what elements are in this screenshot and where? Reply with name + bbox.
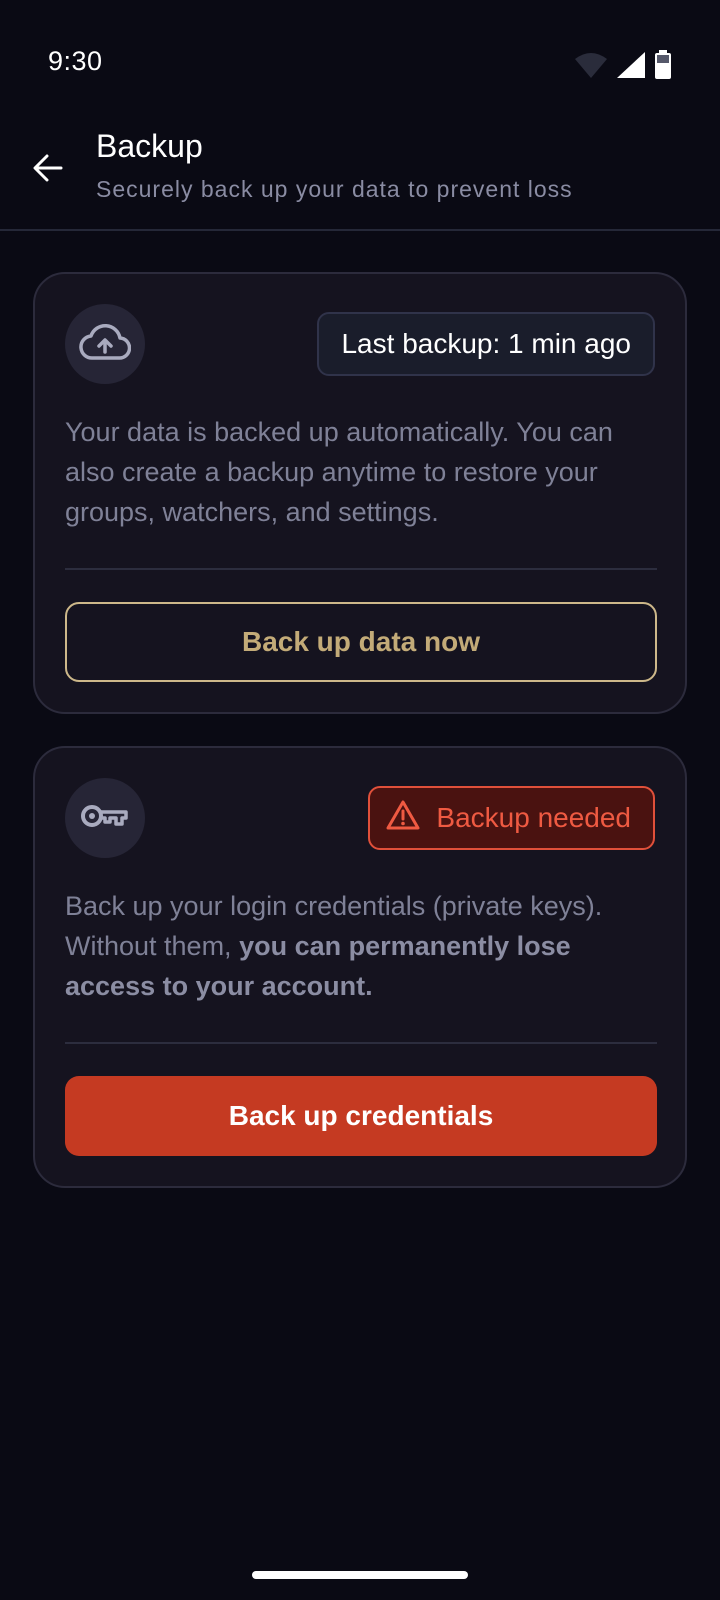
battery-icon	[654, 50, 672, 85]
backup-needed-badge: Backup needed	[368, 786, 655, 850]
cloud-upload-icon	[79, 322, 132, 367]
wifi-icon	[574, 51, 608, 84]
credentials-icon-circle	[65, 778, 145, 858]
warning-icon	[386, 800, 420, 837]
data-backup-card: Last backup: 1 min ago Your data is back…	[33, 272, 687, 714]
key-icon	[80, 801, 130, 836]
data-backup-icon-circle	[65, 304, 145, 384]
home-indicator[interactable]	[252, 1571, 468, 1579]
backup-needed-label: Backup needed	[436, 802, 631, 833]
status-time: 9:30	[48, 46, 103, 76]
data-backup-description: Your data is backed up automatically. Yo…	[65, 417, 613, 527]
divider	[65, 1042, 657, 1044]
arrow-back-icon	[33, 154, 63, 187]
divider	[65, 568, 657, 570]
back-up-data-now-button[interactable]: Back up data now	[65, 602, 657, 682]
back-button[interactable]	[22, 144, 74, 196]
cellular-signal-icon	[616, 51, 646, 84]
back-up-credentials-button[interactable]: Back up credentials	[65, 1076, 657, 1156]
app-header: Backup Securely back up your data to pre…	[0, 120, 720, 231]
credentials-backup-card: Backup needed Back up your login credent…	[33, 746, 687, 1188]
credentials-description: Back up your login credentials (private …	[65, 886, 665, 1006]
backup-screen: 9:30 Backup Securely back up your data t…	[0, 0, 720, 1600]
status-bar: 9:30	[0, 0, 720, 120]
page-subtitle: Securely back up your data to prevent lo…	[96, 176, 573, 202]
page-title: Backup	[96, 128, 203, 164]
status-icons	[574, 50, 672, 85]
last-backup-badge: Last backup: 1 min ago	[317, 312, 655, 376]
